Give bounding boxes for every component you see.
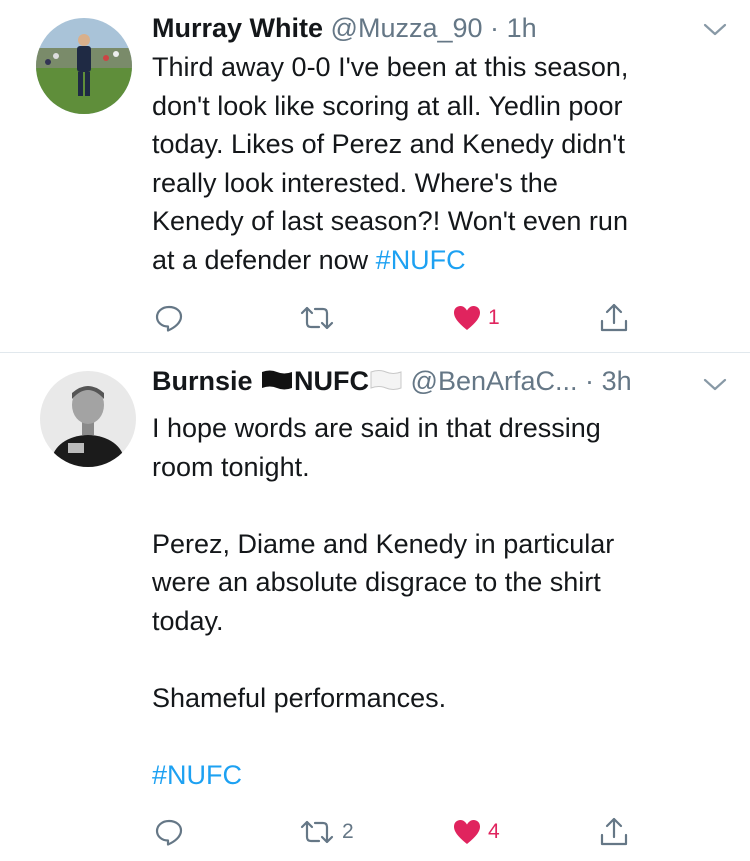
tweet-text-line: room tonight.	[152, 451, 310, 482]
separator-dot: ·	[490, 13, 500, 43]
tweet-text-line: really look interested. Where's the	[152, 167, 558, 198]
chevron-down-icon[interactable]	[700, 14, 730, 44]
share-button[interactable]	[598, 812, 630, 852]
retweet-icon	[298, 303, 336, 333]
avatar[interactable]	[40, 371, 136, 467]
tweet-murray-white[interactable]: Murray White @Muzza_90 · 1h Third away 0…	[0, 0, 750, 352]
chevron-down-icon[interactable]	[700, 369, 730, 399]
like-button[interactable]: 1	[452, 298, 500, 338]
tweet-text-line: don't look like scoring at all. Yedlin p…	[152, 90, 623, 121]
reply-icon	[154, 303, 184, 333]
timestamp[interactable]: 3h	[602, 366, 632, 396]
retweet-icon	[298, 817, 336, 847]
display-name[interactable]: Burnsie NUFC	[152, 366, 403, 396]
tweet-header: Burnsie NUFC @BenArfaC... · 3h	[152, 361, 730, 401]
share-icon	[598, 302, 630, 334]
hashtag-link[interactable]: #NUFC	[152, 760, 242, 790]
tweet-actions: 2 4	[0, 812, 750, 852]
tweet-text-fragment: at a defender now	[152, 244, 376, 275]
heart-icon	[452, 304, 482, 332]
tweet-text-line: Kenedy of last season?! Won't even run	[152, 206, 628, 236]
tweet-burnsie[interactable]: Burnsie NUFC @BenArfaC... · 3h I hope wo…	[0, 353, 750, 861]
like-button[interactable]: 4	[452, 812, 500, 852]
tweet-text-line: Third away 0-0 I've been at this season,	[152, 52, 629, 82]
reply-button[interactable]	[154, 812, 190, 852]
tweet-text-line: Shameful performances.	[152, 682, 447, 713]
tweet-text-line: today.	[152, 605, 224, 636]
retweet-button[interactable]	[298, 298, 342, 338]
tweet-text: I hope words are said in that dressing r…	[152, 409, 720, 794]
tweet-text-line: #NUFC	[152, 756, 720, 795]
tweet-actions: 1	[0, 298, 750, 338]
reply-button[interactable]	[154, 298, 190, 338]
avatar[interactable]	[36, 18, 132, 114]
like-count: 1	[488, 306, 500, 329]
tweet-text-line: at a defender now #NUFC	[152, 241, 720, 280]
display-name-text: NUFC	[294, 366, 370, 396]
hashtag-link[interactable]: #NUFC	[376, 245, 466, 275]
share-button[interactable]	[598, 298, 630, 338]
username[interactable]: @BenArfaC...	[411, 366, 578, 396]
tweet-text: Third away 0-0 I've been at this season,…	[152, 48, 720, 279]
tweet-text-line: I hope words are said in that dressing	[152, 413, 601, 443]
white-flag-icon	[369, 363, 403, 403]
reply-icon	[154, 817, 184, 847]
retweet-button[interactable]: 2	[298, 812, 354, 852]
like-count: 4	[488, 820, 500, 843]
share-icon	[598, 816, 630, 848]
username[interactable]: @Muzza_90	[331, 13, 483, 43]
heart-icon	[452, 818, 482, 846]
black-flag-icon	[260, 363, 294, 403]
tweet-text-line: Perez, Diame and Kenedy in particular	[152, 528, 615, 559]
tweet-header: Murray White @Muzza_90 · 1h	[152, 8, 730, 48]
tweet-text-line: today. Likes of Perez and Kenedy didn't	[152, 129, 625, 159]
tweet-text-line: were an absolute disgrace to the shirt	[152, 567, 601, 597]
timestamp[interactable]: 1h	[507, 13, 537, 43]
display-name-text: Burnsie	[152, 366, 261, 396]
display-name[interactable]: Murray White	[152, 13, 323, 43]
retweet-count: 2	[342, 820, 354, 843]
separator-dot: ·	[585, 366, 595, 396]
